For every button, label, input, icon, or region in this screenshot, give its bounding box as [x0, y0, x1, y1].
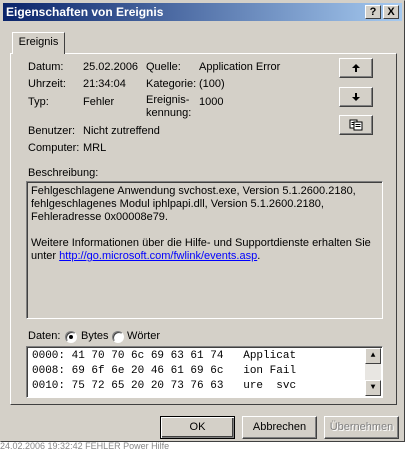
- description-box[interactable]: Fehlgeschlagene Anwendung svchost.exe, V…: [26, 181, 383, 319]
- computer-value: MRL: [83, 142, 107, 154]
- bytes-radio[interactable]: [65, 331, 77, 343]
- description-label: Beschreibung:: [28, 167, 99, 179]
- uhrzeit-value: 21:34:04: [83, 78, 126, 90]
- window-title: Eigenschaften von Ereignis: [6, 5, 164, 19]
- words-radio-label: Wörter: [127, 330, 160, 342]
- hex-line: 0008: 69 6f 6e 20 46 61 69 6c ion Fail: [32, 365, 297, 377]
- kennung-value: 1000: [199, 96, 224, 108]
- benutzer-label: Benutzer:: [28, 125, 76, 137]
- description-text: Fehlgeschlagene Anwendung svchost.exe, V…: [31, 185, 378, 263]
- computer-label: Computer:: [28, 142, 80, 154]
- help-link[interactable]: http://go.microsoft.com/fwlink/events.as…: [59, 250, 257, 262]
- hex-line: 0000: 41 70 70 6c 69 63 61 74 Applicat: [32, 350, 297, 362]
- previous-event-button[interactable]: [339, 58, 373, 78]
- help-icon: ?: [369, 6, 377, 18]
- datum-value: 25.02.2006: [83, 61, 139, 73]
- typ-label: Typ:: [28, 96, 49, 108]
- words-radio[interactable]: [112, 331, 124, 343]
- help-button[interactable]: ?: [365, 5, 381, 19]
- description-line: Fehleradresse 0x00008e79.: [31, 211, 168, 223]
- arrow-up-icon: [352, 64, 360, 72]
- event-properties-dialog: Eigenschaften von Ereignis ? X Ereignis …: [0, 0, 405, 442]
- kategorie-label: Kategorie:: [146, 78, 197, 90]
- description-line: Weitere Informationen über die Hilfe- un…: [31, 237, 371, 249]
- quelle-label: Quelle:: [146, 61, 181, 73]
- tab-ereignis[interactable]: Ereignis: [12, 32, 65, 54]
- next-event-button[interactable]: [339, 87, 373, 107]
- ok-button[interactable]: OK: [160, 416, 235, 439]
- scroll-down-icon[interactable]: ▼: [365, 380, 381, 396]
- kennung-label-1: Ereignis-: [146, 94, 190, 106]
- close-button[interactable]: X: [383, 5, 399, 19]
- description-line: unter http://go.microsoft.com/fwlink/eve…: [31, 250, 261, 262]
- description-line: Fehlgeschlagene Anwendung svchost.exe, V…: [31, 185, 356, 197]
- copy-icon: [349, 119, 363, 131]
- copy-button[interactable]: [339, 115, 373, 135]
- datum-label: Datum:: [28, 61, 64, 73]
- scroll-up-icon[interactable]: ▲: [365, 348, 381, 364]
- close-icon: X: [387, 6, 395, 18]
- hex-data-box[interactable]: 0000: 41 70 70 6c 69 63 61 74 Applicat 0…: [26, 346, 383, 398]
- quelle-value: Application Error: [199, 61, 281, 73]
- apply-button[interactable]: Übernehmen: [324, 416, 399, 439]
- cancel-button[interactable]: Abbrechen: [242, 416, 317, 439]
- data-label: Daten:: [28, 330, 61, 342]
- uhrzeit-label: Uhrzeit:: [28, 78, 66, 90]
- kategorie-value: (100): [199, 78, 225, 90]
- arrow-down-icon: [352, 93, 360, 101]
- background-window-strip: 24.02.2006 19:32:42 FEHLER Power Hilfe: [0, 442, 407, 451]
- hex-line: 0010: 75 72 65 20 20 73 76 63 ure svc: [32, 380, 297, 392]
- title-bar[interactable]: Eigenschaften von Ereignis ? X: [3, 3, 402, 21]
- description-line: fehlgeschlagenes Modul iphlpapi.dll, Ver…: [31, 198, 324, 210]
- kennung-label-2: kennung:: [146, 107, 192, 119]
- benutzer-value: Nicht zutreffend: [83, 125, 160, 137]
- typ-value: Fehler: [83, 96, 115, 108]
- bytes-radio-label: Bytes: [81, 330, 109, 342]
- hex-scrollbar[interactable]: ▲ ▼: [365, 348, 381, 396]
